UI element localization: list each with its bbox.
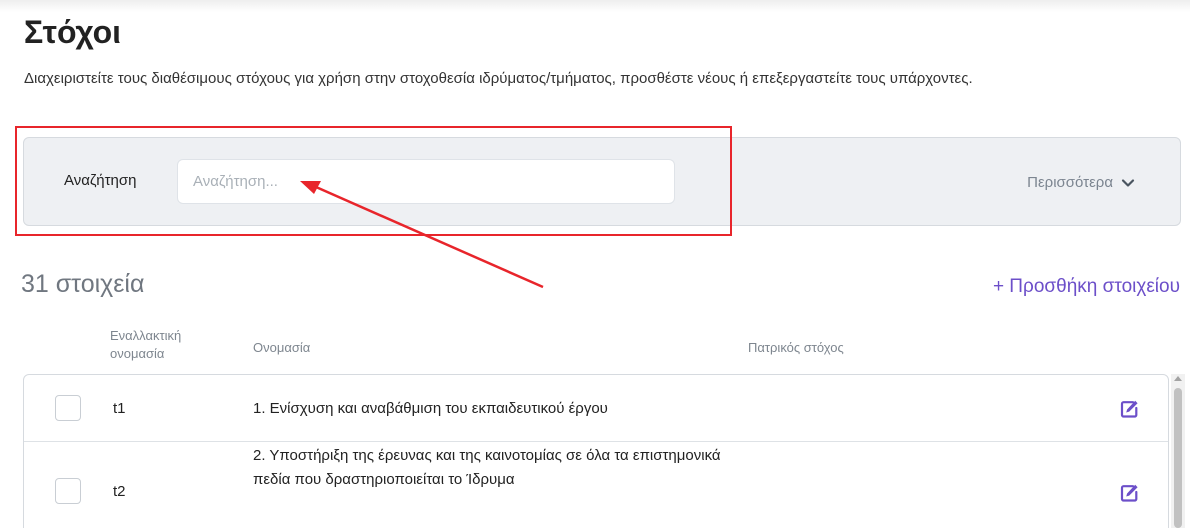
row-alt-name: t2 — [113, 483, 126, 500]
column-header-name[interactable]: Ονομασία — [253, 339, 310, 357]
page-title: Στόχοι — [24, 14, 122, 50]
column-header-alt-name[interactable]: Εναλλακτική ονομασία — [110, 327, 181, 363]
row-name: 1. Ενίσχυση και αναβάθμιση του εκπαιδευτ… — [253, 400, 608, 417]
chevron-down-icon — [1121, 178, 1135, 187]
column-header-alt-name-line2: ονομασία — [110, 346, 165, 361]
more-filters-toggle[interactable]: Περισσότερα — [1027, 174, 1135, 191]
filter-panel: Αναζήτηση Περισσότερα — [23, 137, 1181, 226]
page-description: Διαχειριστείτε τους διαθέσιμους στόχους … — [24, 70, 973, 87]
table-row: t1 1. Ενίσχυση και αναβάθμιση του εκπαιδ… — [24, 375, 1168, 442]
row-alt-name: t1 — [113, 400, 126, 417]
add-item-link[interactable]: + Προσθήκη στοιχείου — [993, 276, 1180, 298]
table-row: t2 2. Υποστήριξη της έρευνας και της και… — [24, 442, 1168, 528]
column-header-alt-name-line1: Εναλλακτική — [110, 328, 182, 343]
scrollbar-thumb[interactable] — [1174, 388, 1182, 528]
edit-icon[interactable] — [1119, 483, 1139, 503]
items-count: 31 στοιχεία — [21, 270, 145, 298]
search-input[interactable] — [177, 159, 675, 204]
table-scrollbar[interactable] — [1171, 374, 1185, 528]
edit-icon[interactable] — [1119, 399, 1139, 419]
more-filters-label: Περισσότερα — [1027, 174, 1113, 191]
row-checkbox[interactable] — [55, 395, 81, 421]
row-name: 2. Υποστήριξη της έρευνας και της καινοτ… — [253, 447, 721, 488]
column-header-parent[interactable]: Πατρικός στόχος — [748, 339, 844, 357]
search-label: Αναζήτηση — [64, 172, 137, 189]
top-shadow — [0, 0, 1190, 12]
items-table: t1 1. Ενίσχυση και αναβάθμιση του εκπαιδ… — [23, 374, 1169, 528]
scroll-up-arrow-icon[interactable] — [1174, 376, 1182, 381]
row-checkbox[interactable] — [55, 478, 81, 504]
